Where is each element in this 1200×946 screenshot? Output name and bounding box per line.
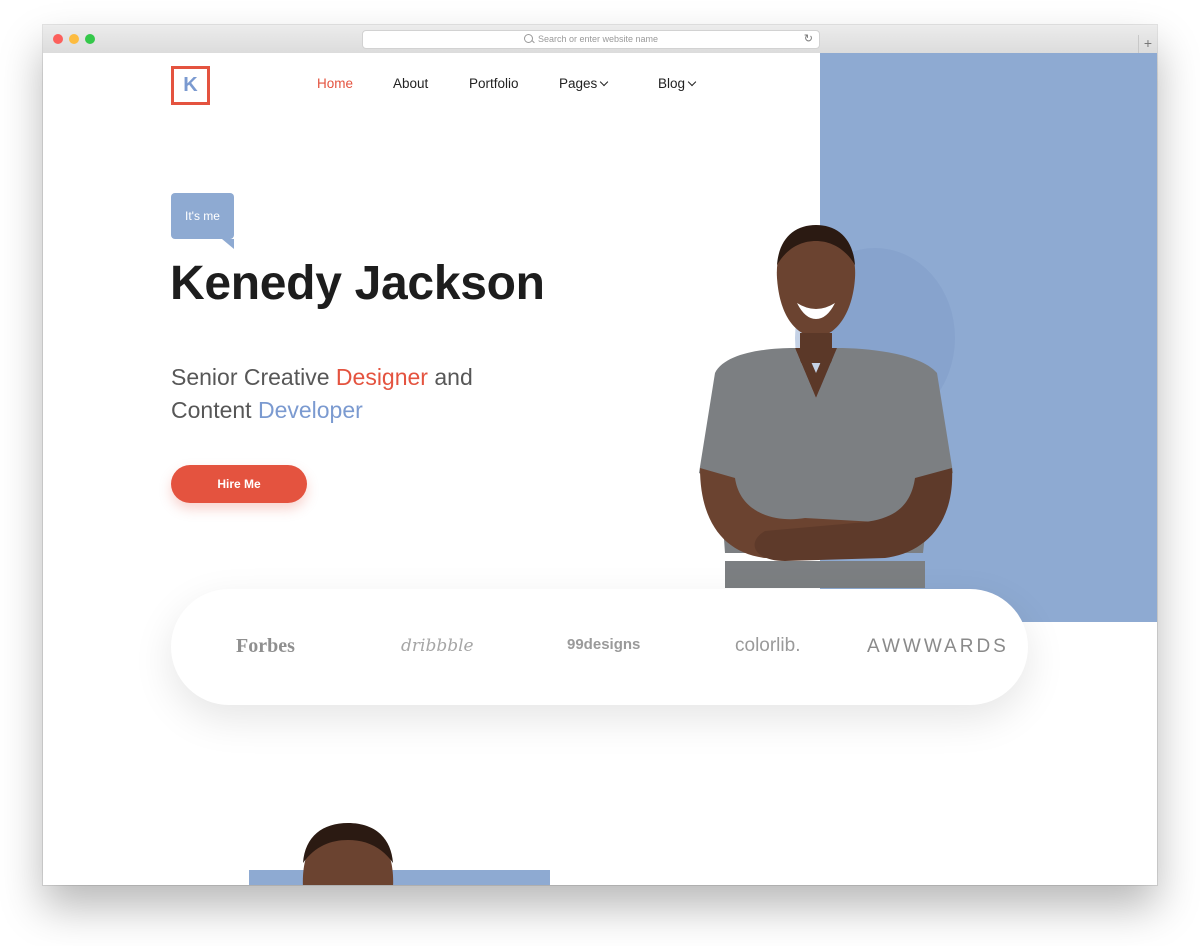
subtitle-highlight-designer: Designer	[335, 364, 428, 390]
chevron-down-icon	[687, 77, 697, 87]
subtitle-text: Content	[171, 397, 258, 423]
minimize-window-button[interactable]	[69, 34, 79, 44]
brand-logo-99designs[interactable]: 99designs	[567, 636, 640, 653]
browser-window: Search or enter website name ↻ + K Home …	[43, 25, 1157, 885]
nav-home[interactable]: Home	[317, 76, 353, 91]
new-tab-button[interactable]: +	[1138, 35, 1157, 53]
browser-titlebar: Search or enter website name ↻ +	[43, 25, 1157, 54]
reload-icon[interactable]: ↻	[804, 31, 813, 48]
chevron-down-icon	[600, 77, 609, 87]
nav-portfolio[interactable]: Portfolio	[469, 76, 519, 91]
brand-logo-dribbble[interactable]: dribbble	[401, 636, 474, 656]
hero-subtitle-line1: Senior Creative Designer and	[171, 364, 473, 391]
site-logo[interactable]: K	[171, 66, 210, 105]
profile-photo	[699, 225, 955, 588]
subtitle-highlight-developer: Developer	[257, 397, 363, 423]
nav-about[interactable]: About	[393, 76, 428, 91]
brand-logo-colorlib[interactable]: colorlib.	[735, 635, 800, 657]
brand-logo-forbes[interactable]: Forbes	[236, 635, 295, 658]
search-icon	[523, 34, 533, 43]
brands-strip: Forbes dribbble 99designs colorlib. AWWW…	[171, 589, 1028, 705]
close-window-button[interactable]	[53, 34, 63, 44]
address-bar[interactable]: Search or enter website name ↻	[362, 30, 820, 49]
subtitle-text: and	[427, 364, 473, 390]
nav-blog-label: Blog	[658, 76, 686, 91]
intro-badge: It's me	[171, 193, 234, 249]
address-bar-placeholder: Search or enter website name	[537, 34, 659, 44]
hire-me-button[interactable]: Hire Me	[171, 465, 307, 503]
hero-title: Kenedy Jackson	[170, 257, 545, 310]
page-content: K Home About Portfolio Pages Blog It's m…	[43, 53, 1157, 885]
brand-logo-awwwards[interactable]: AWWWARDS	[867, 636, 1009, 658]
hero-subtitle-line2: Content Developer	[171, 397, 363, 424]
maximize-window-button[interactable]	[85, 34, 95, 44]
nav-blog[interactable]: Blog	[658, 76, 697, 91]
nav-pages[interactable]: Pages	[559, 76, 609, 91]
subtitle-text: Senior Creative	[171, 364, 336, 390]
nav-pages-label: Pages	[559, 76, 598, 91]
about-photo	[302, 823, 394, 885]
